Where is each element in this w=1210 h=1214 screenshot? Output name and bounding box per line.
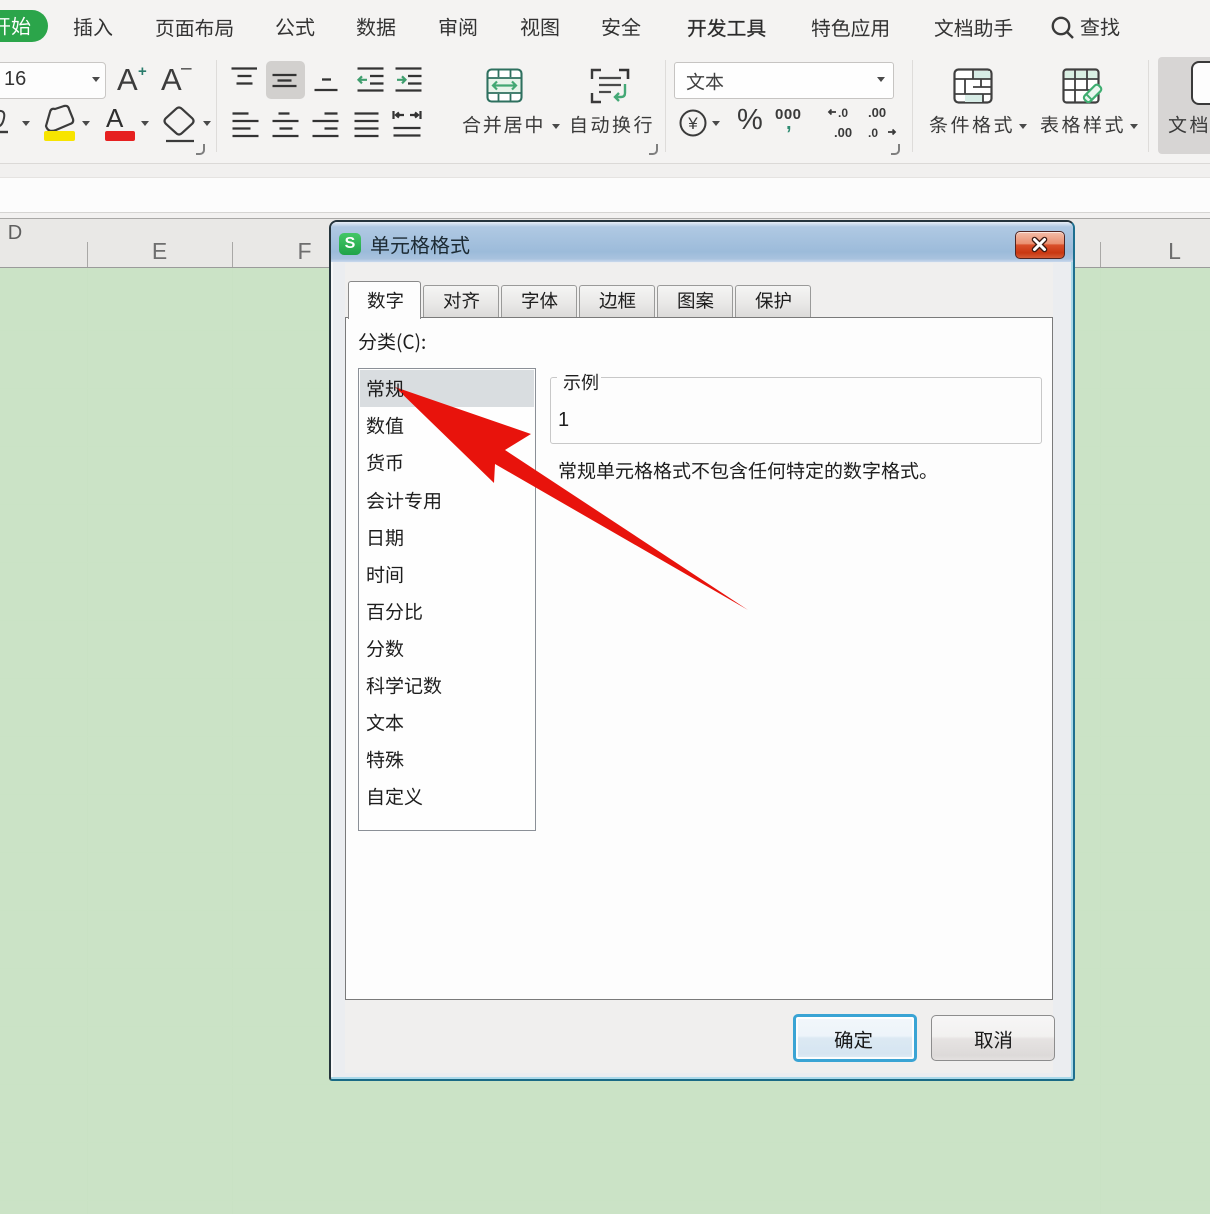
svg-text:.00: .00 [868,106,886,120]
svg-text:.0: .0 [838,106,848,120]
svg-text:.0: .0 [868,126,878,140]
svg-text:.00: .00 [834,125,852,140]
svg-text:¥: ¥ [687,114,698,133]
